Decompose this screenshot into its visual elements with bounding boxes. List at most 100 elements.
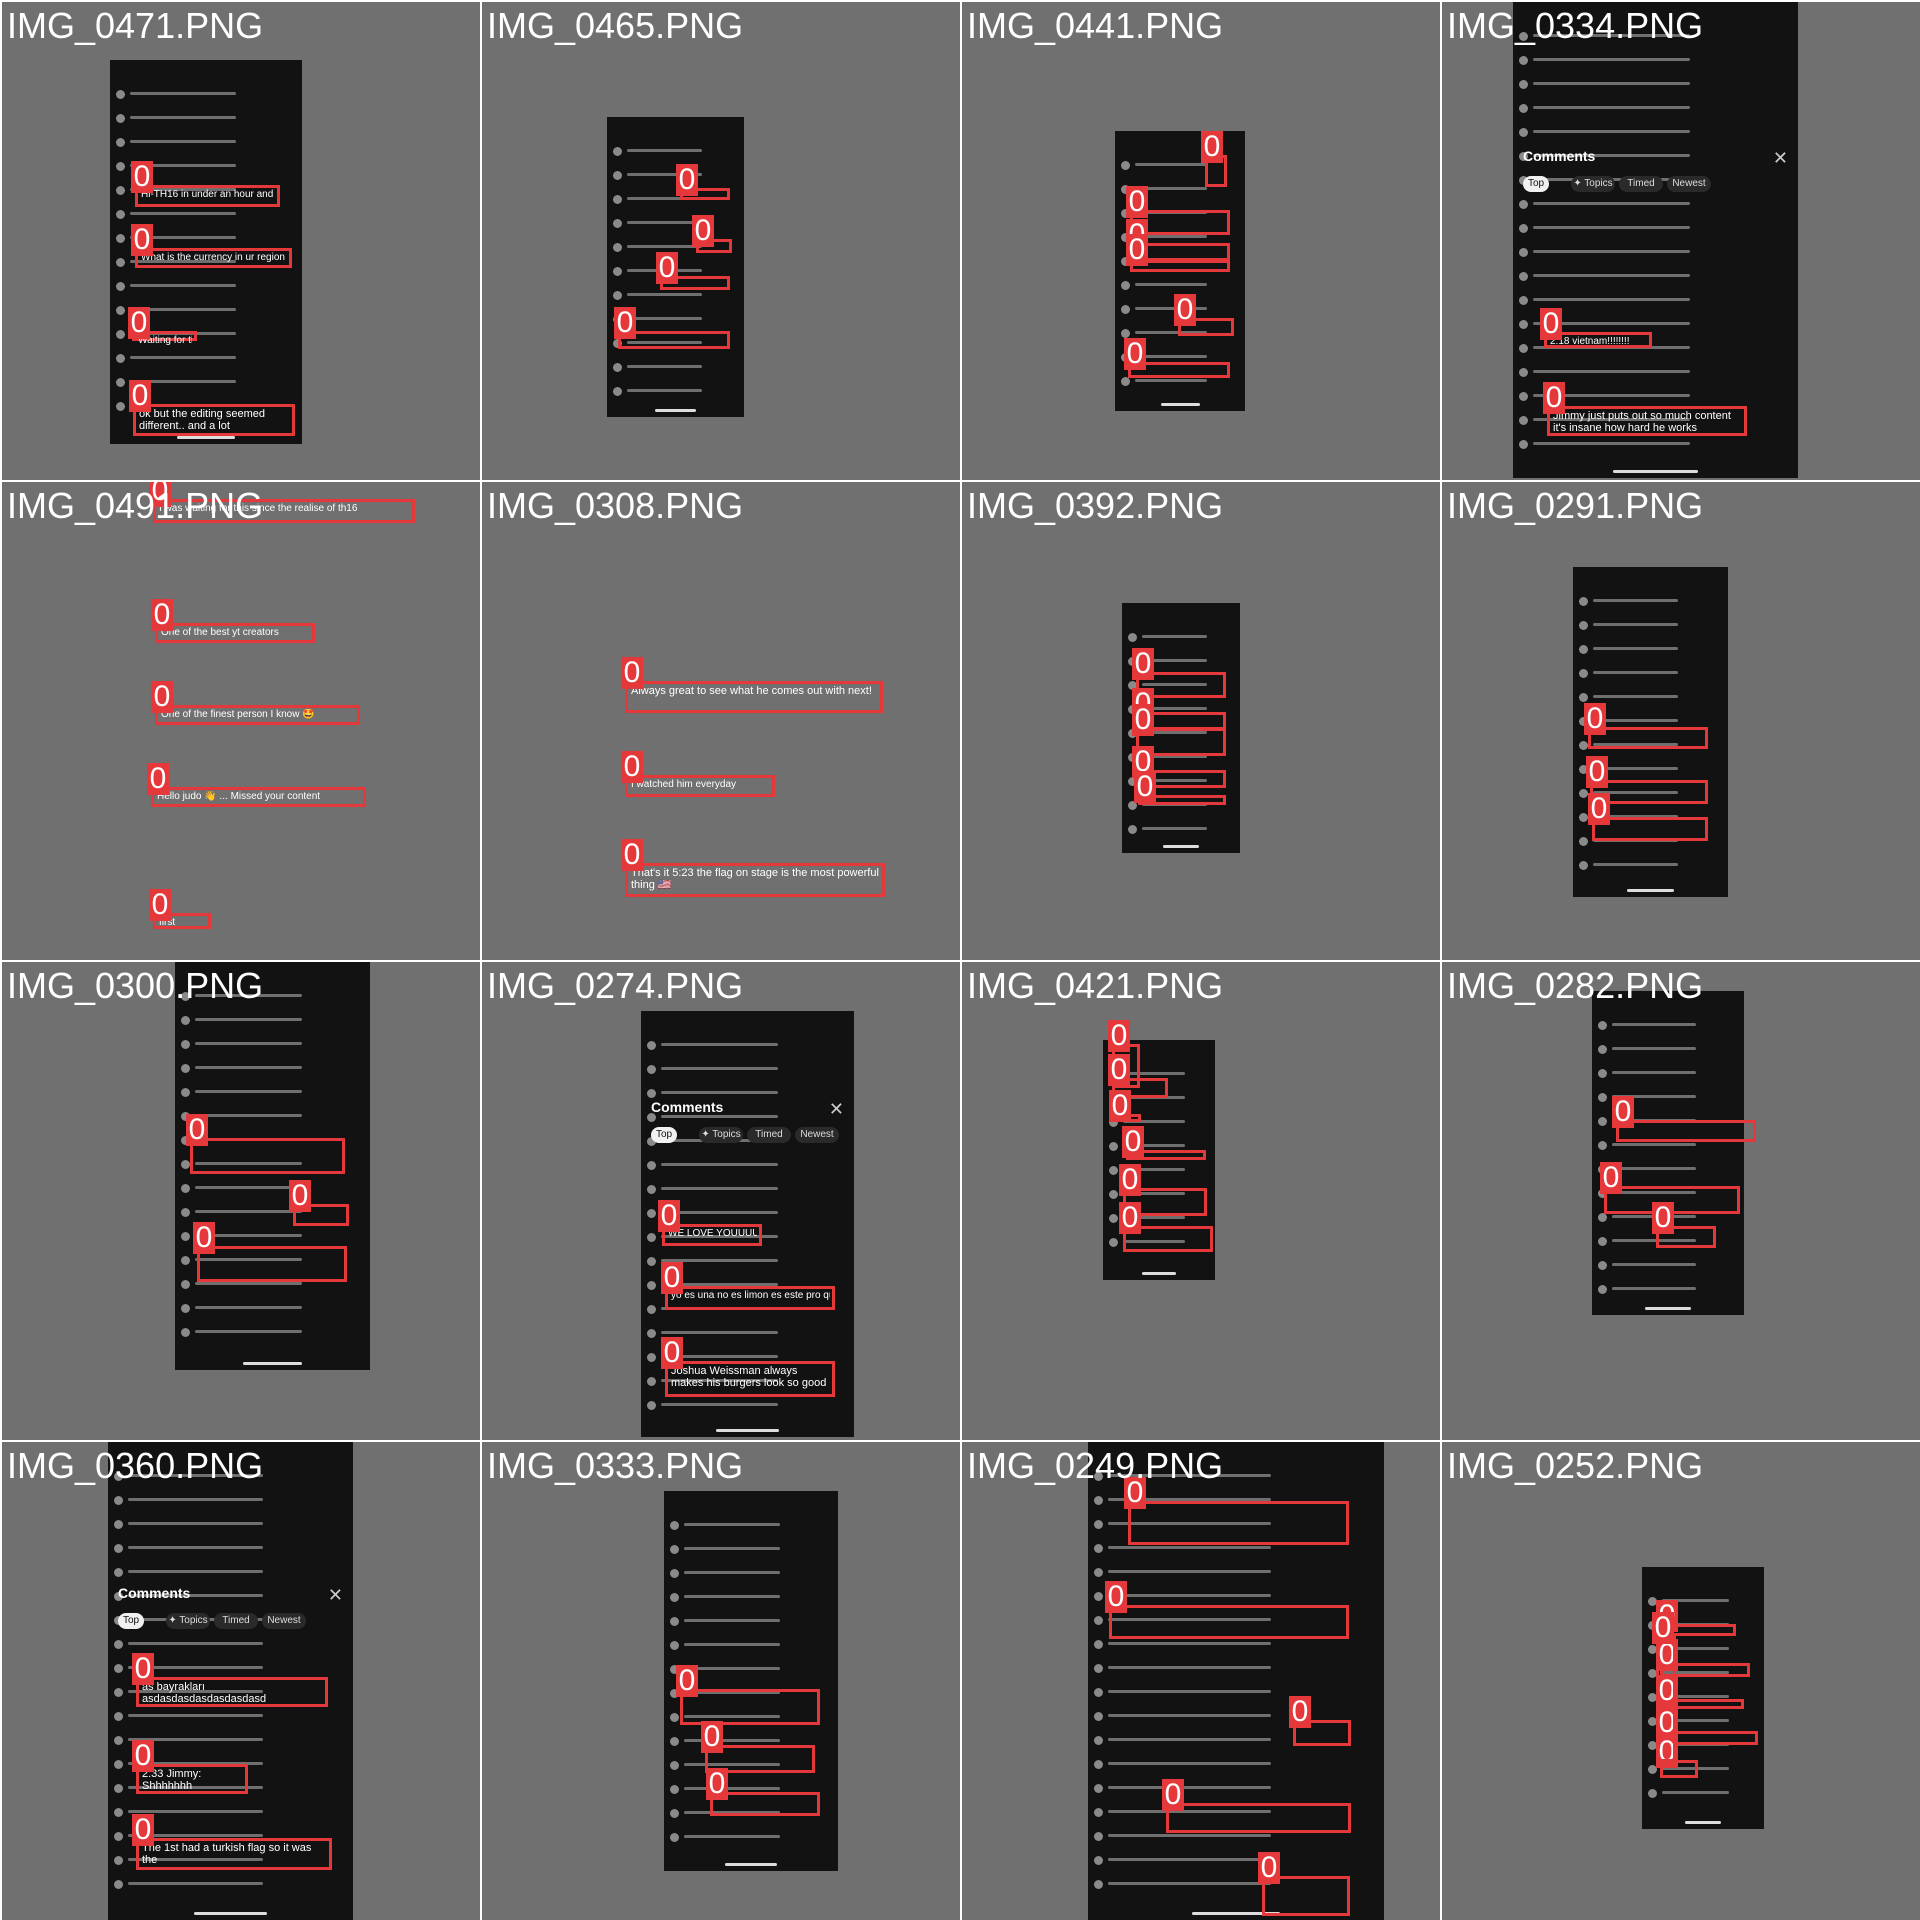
filter-chip[interactable]: Top: [118, 1613, 144, 1629]
comment-text: The 1st had a turkish flag so it was the: [142, 1842, 312, 1866]
avatar: [114, 1640, 123, 1649]
comment-text-line: [1533, 370, 1690, 373]
avatar: [1109, 1214, 1118, 1223]
count-badge: 0: [128, 307, 150, 339]
avatar: [1094, 1856, 1103, 1865]
avatar: [670, 1833, 679, 1842]
count-badge: 0: [1134, 771, 1156, 803]
avatar: [613, 267, 622, 276]
avatar: [116, 306, 125, 315]
comment-text-line: [128, 1522, 263, 1525]
avatar: [116, 330, 125, 339]
filter-chip[interactable]: Timed: [1619, 176, 1663, 192]
comment-text-line: [130, 284, 236, 287]
avatar: [1109, 1190, 1118, 1199]
avatar: [181, 1184, 190, 1193]
comment-text-line: [1135, 379, 1207, 382]
filter-chip[interactable]: Timed: [214, 1613, 258, 1629]
comments-title: Comments: [1523, 148, 1596, 164]
highlight-box: The 1st had a turkish flag so it was the: [136, 1838, 332, 1870]
count-badge: 0: [1109, 1090, 1131, 1122]
comment-text: as bayrakları asdasdasdasdasdasdasd: [142, 1681, 267, 1705]
comment-text-line: [661, 1115, 779, 1118]
avatar: [1121, 305, 1130, 314]
avatar: [116, 186, 125, 195]
highlight-box: yo es una no es limon es este pro que se…: [665, 1286, 835, 1310]
comment-text-line: [627, 365, 703, 368]
avatar: [114, 1832, 123, 1841]
highlight-box: Hello judo 👋 ... Missed your content: [151, 787, 366, 807]
comment-text-line: [1612, 1167, 1696, 1170]
filter-chip[interactable]: Newest: [795, 1127, 839, 1143]
avatar: [114, 1496, 123, 1505]
avatar: [1094, 1616, 1103, 1625]
count-badge: 0: [1119, 1202, 1141, 1234]
highlight-box: [197, 1246, 347, 1282]
avatar: [670, 1785, 679, 1794]
comment-text-line: [1612, 1023, 1696, 1026]
comment-text: 2:18 vietnam!!!!!!!!: [1550, 336, 1630, 347]
avatar: [181, 1256, 190, 1265]
close-icon[interactable]: ✕: [328, 1585, 343, 1606]
avatar: [1579, 669, 1588, 678]
comment-text-line: [195, 1066, 303, 1069]
avatar: [1094, 1688, 1103, 1697]
comment-text-line: [195, 1018, 303, 1021]
comment-text-line: [1108, 1858, 1271, 1861]
count-badge: 0: [186, 1114, 208, 1146]
tile: 0 0 0 IMG_0333.PNG: [482, 1442, 960, 1920]
avatar: [613, 171, 622, 180]
close-icon[interactable]: ✕: [1773, 148, 1788, 169]
comment-text-line: [627, 389, 703, 392]
filter-chip[interactable]: Timed: [747, 1127, 791, 1143]
avatar: [1519, 296, 1528, 305]
count-badge: 0: [656, 252, 678, 284]
comment-text-line: [1108, 1738, 1271, 1741]
comment-text-line: [1612, 1287, 1696, 1290]
avatar: [181, 1328, 190, 1337]
avatar: [1519, 248, 1528, 257]
home-indicator: [1160, 403, 1200, 406]
avatar: [1109, 1166, 1118, 1175]
comment-text-line: [1108, 1714, 1271, 1717]
comment-text-line: [661, 1067, 779, 1070]
filter-chip[interactable]: Newest: [1667, 176, 1711, 192]
avatar: [116, 210, 125, 219]
highlight-box: [1166, 1803, 1351, 1833]
highlight-box: [680, 1689, 820, 1725]
avatar: [114, 1544, 123, 1553]
comment-text-line: [661, 1187, 779, 1190]
comment-text-line: [661, 1043, 779, 1046]
filter-chip[interactable]: ✦ Topics: [166, 1613, 210, 1629]
count-badge: 0: [1122, 1126, 1144, 1158]
avatar: [1094, 1712, 1103, 1721]
filter-chip[interactable]: ✦ Topics: [1571, 176, 1615, 192]
comment-text: One of the best yt creators: [161, 627, 279, 638]
tile-filename: IMG_0421.PNG: [967, 965, 1224, 1006]
avatar: [181, 1304, 190, 1313]
tile-filename: IMG_0360.PNG: [7, 1445, 264, 1486]
avatar: [1519, 416, 1528, 425]
count-badge: 0: [289, 1180, 311, 1212]
filter-chip[interactable]: ✦ Topics: [699, 1127, 743, 1143]
avatar: [114, 1808, 123, 1817]
comment-text-line: [684, 1835, 780, 1838]
tile: 000000IMG_0252.PNG: [1442, 1442, 1920, 1920]
avatar: [670, 1545, 679, 1554]
avatar: [647, 1401, 656, 1410]
avatar: [1598, 1261, 1607, 1270]
filter-chip[interactable]: Newest: [262, 1613, 306, 1629]
comment-text-line: [661, 1403, 779, 1406]
close-icon[interactable]: ✕: [829, 1099, 844, 1120]
avatar: [1519, 56, 1528, 65]
highlight-box: I watched him everyday: [625, 775, 775, 797]
count-badge: 0: [132, 1653, 154, 1685]
comment-text-line: [1108, 1546, 1271, 1549]
filter-chip[interactable]: Top: [1523, 176, 1549, 192]
count-badge: 0: [1201, 131, 1223, 163]
highlight-box: [1656, 1636, 1676, 1762]
comment-text-line: [1108, 1570, 1271, 1573]
filter-chip[interactable]: Top: [651, 1127, 677, 1143]
count-badge: 0: [193, 1222, 215, 1254]
comment-text-line: [195, 1306, 303, 1309]
